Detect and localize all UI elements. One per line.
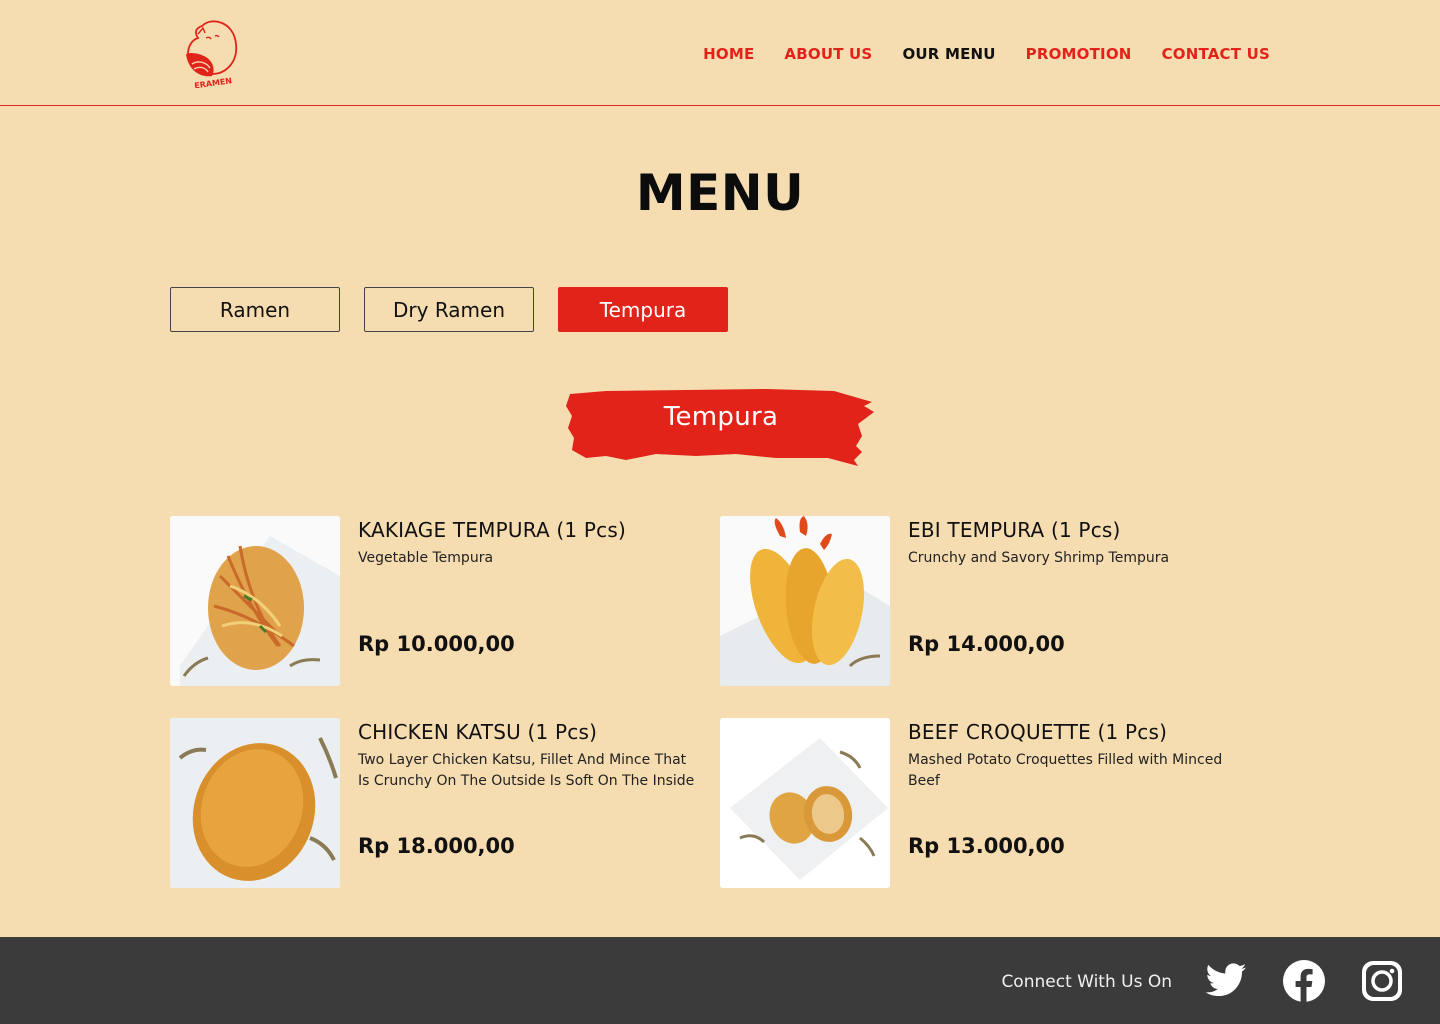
main-nav: HOME ABOUT US OUR MENU PROMOTION CONTACT… [703, 44, 1270, 64]
tab-dry-ramen[interactable]: Dry Ramen [364, 287, 534, 332]
nav-contact-us[interactable]: CONTACT US [1162, 44, 1270, 64]
nav-our-menu[interactable]: OUR MENU [902, 44, 995, 64]
menu-item[interactable]: KAKIAGE TEMPURA (1 Pcs) Vegetable Tempur… [170, 516, 700, 686]
item-name: KAKIAGE TEMPURA (1 Pcs) [358, 518, 626, 542]
item-price: Rp 10.000,00 [358, 632, 515, 656]
beef-croquette-photo [720, 718, 890, 888]
item-name: CHICKEN KATSU (1 Pcs) [358, 720, 598, 744]
section-title: Tempura [663, 402, 779, 432]
twitter-icon[interactable] [1204, 959, 1248, 1003]
menu-item[interactable]: BEEF CROQUETTE (1 Pcs) Mashed Potato Cro… [720, 718, 1250, 888]
item-name: EBI TEMPURA (1 Pcs) [908, 518, 1121, 542]
nav-about-us[interactable]: ABOUT US [784, 44, 872, 64]
item-description: Mashed Potato Croquettes Filled with Min… [908, 752, 1223, 789]
item-description: Two Layer Chicken Katsu, Fillet And Minc… [358, 752, 695, 789]
tab-tempura[interactable]: Tempura [558, 287, 728, 332]
eramen-logo[interactable]: ERAMEN [182, 16, 242, 90]
chicken-katsu-photo [170, 718, 340, 888]
facebook-icon[interactable] [1282, 959, 1326, 1003]
menu-item[interactable]: EBI TEMPURA (1 Pcs) Crunchy and Savory S… [720, 516, 1250, 686]
item-description: Vegetable Tempura [358, 550, 494, 566]
nav-promotion[interactable]: PROMOTION [1026, 44, 1132, 64]
site-header: ERAMEN HOME ABOUT US OUR MENU PROMOTION … [0, 0, 1440, 106]
ebi-tempura-photo [720, 516, 890, 686]
kakiage-tempura-photo [170, 516, 340, 686]
connect-text: Connect With Us On [1001, 972, 1172, 992]
page-title: MENU [635, 164, 805, 222]
item-price: Rp 18.000,00 [358, 834, 515, 858]
instagram-icon[interactable] [1360, 959, 1404, 1003]
logo-text: ERAMEN [194, 76, 233, 88]
item-price: Rp 13.000,00 [908, 834, 1065, 858]
menu-item[interactable]: CHICKEN KATSU (1 Pcs) Two Layer Chicken … [170, 718, 700, 888]
item-name: BEEF CROQUETTE (1 Pcs) [908, 720, 1168, 744]
section-banner: Tempura [566, 388, 876, 468]
site-footer: Connect With Us On [0, 937, 1440, 1024]
tab-ramen[interactable]: Ramen [170, 287, 340, 332]
nav-home[interactable]: HOME [703, 44, 754, 64]
category-tabs: Ramen Dry Ramen Tempura [170, 287, 728, 332]
item-price: Rp 14.000,00 [908, 632, 1065, 656]
item-description: Crunchy and Savory Shrimp Tempura [908, 550, 1170, 566]
